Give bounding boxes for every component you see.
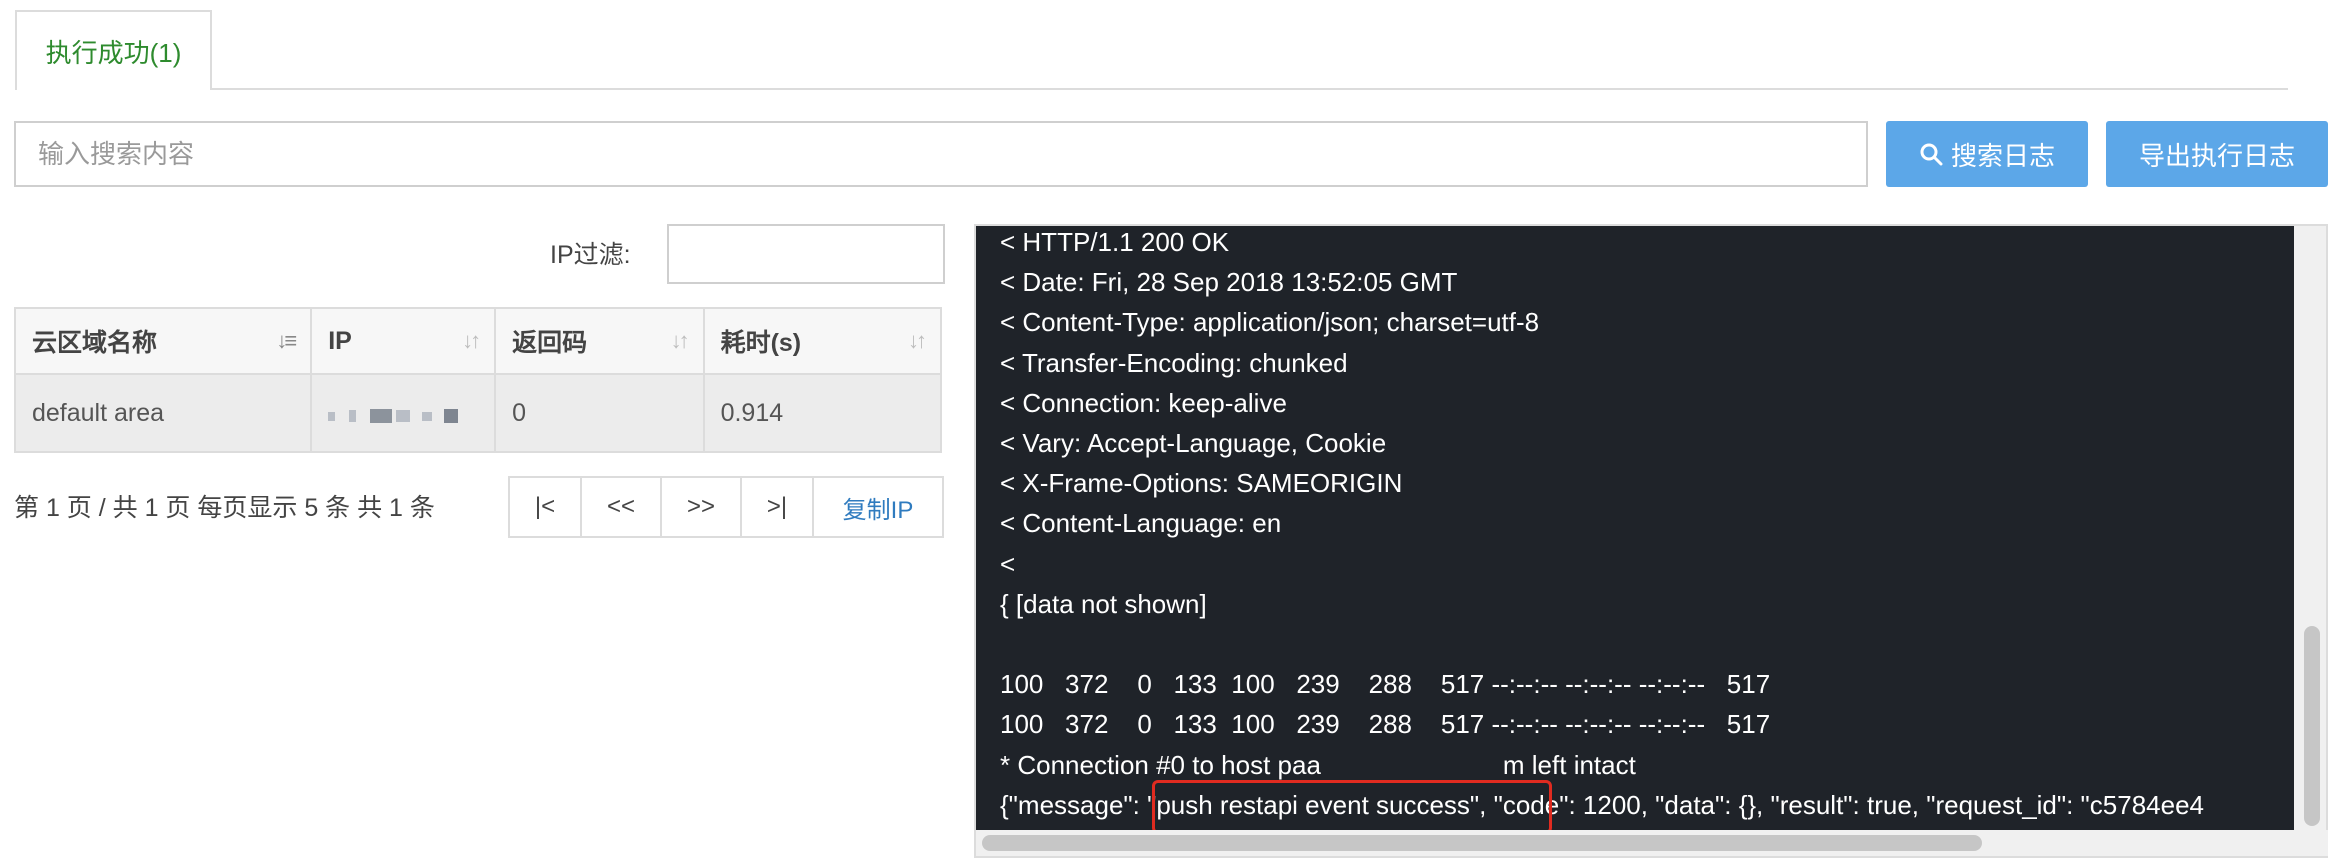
search-input[interactable] xyxy=(14,121,1868,187)
result-table: 云区域名称 ↓≡ IP ↓↑ 返回码 ↓↑ 耗时(s) ↓↑ default area … xyxy=(13,307,943,453)
horizontal-scrollbar[interactable] xyxy=(976,830,2328,856)
pager: |< << >> >| 复制IP xyxy=(508,476,944,538)
header-area[interactable]: 云区域名称 ↓≡ xyxy=(13,307,313,375)
sort-icon[interactable]: ↓↑ xyxy=(908,328,927,354)
ip-filter-input[interactable] xyxy=(667,224,945,284)
highlight-box xyxy=(1152,780,1552,832)
sort-desc-icon[interactable]: ↓≡ xyxy=(276,328,297,354)
table-row[interactable]: default area 0 0.914 xyxy=(13,373,943,453)
prev-page-button[interactable]: << xyxy=(582,478,662,536)
export-log-label: 导出执行日志 xyxy=(2138,140,2295,171)
header-code-label: 返回码 xyxy=(512,329,588,357)
table-header-row: 云区域名称 ↓≡ IP ↓↑ 返回码 ↓↑ 耗时(s) ↓↑ xyxy=(13,307,943,375)
cell-time: 0.914 xyxy=(702,373,943,453)
header-ip[interactable]: IP ↓↑ xyxy=(310,307,497,375)
header-time-label: 耗时(s) xyxy=(720,329,802,357)
tab-bar: 执行成功(1) xyxy=(0,0,2344,90)
header-code[interactable]: 返回码 ↓↑ xyxy=(494,307,705,375)
cell-area: default area xyxy=(13,373,313,453)
export-log-button[interactable]: 导出执行日志 xyxy=(2106,121,2328,187)
search-log-label: 搜索日志 xyxy=(1950,140,2055,171)
ip-filter-label: IP过滤: xyxy=(550,241,631,269)
cell-code: 0 xyxy=(494,373,705,453)
cell-ip xyxy=(310,373,497,453)
vertical-scroll-thumb[interactable] xyxy=(2304,626,2320,826)
masked-ip xyxy=(328,409,459,423)
next-page-button[interactable]: >> xyxy=(662,478,742,536)
horizontal-scroll-thumb[interactable] xyxy=(982,835,1982,851)
log-text: < HTTP/1.1 200 OK < Date: Fri, 28 Sep 20… xyxy=(1000,227,2205,820)
first-page-button[interactable]: |< xyxy=(510,478,582,536)
copy-ip-button[interactable]: 复制IP xyxy=(814,478,942,536)
search-icon xyxy=(1920,143,1943,166)
last-page-button[interactable]: >| xyxy=(742,478,814,536)
header-ip-label: IP xyxy=(328,326,352,355)
sort-icon[interactable]: ↓↑ xyxy=(462,328,481,354)
header-area-label: 云区域名称 xyxy=(32,329,158,357)
header-time[interactable]: 耗时(s) ↓↑ xyxy=(702,307,943,375)
tab-success[interactable]: 执行成功(1) xyxy=(15,10,212,90)
vertical-scrollbar[interactable] xyxy=(2294,226,2326,832)
tab-divider xyxy=(15,88,2288,90)
log-terminal[interactable]: < HTTP/1.1 200 OK < Date: Fri, 28 Sep 20… xyxy=(976,226,2296,832)
pager-summary: 第 1 页 / 共 1 页 每页显示 5 条 共 1 条 xyxy=(14,494,435,522)
search-log-button[interactable]: 搜索日志 xyxy=(1886,121,2088,187)
log-panel[interactable]: < HTTP/1.1 200 OK < Date: Fri, 28 Sep 20… xyxy=(974,224,2328,858)
sort-icon[interactable]: ↓↑ xyxy=(671,328,690,354)
